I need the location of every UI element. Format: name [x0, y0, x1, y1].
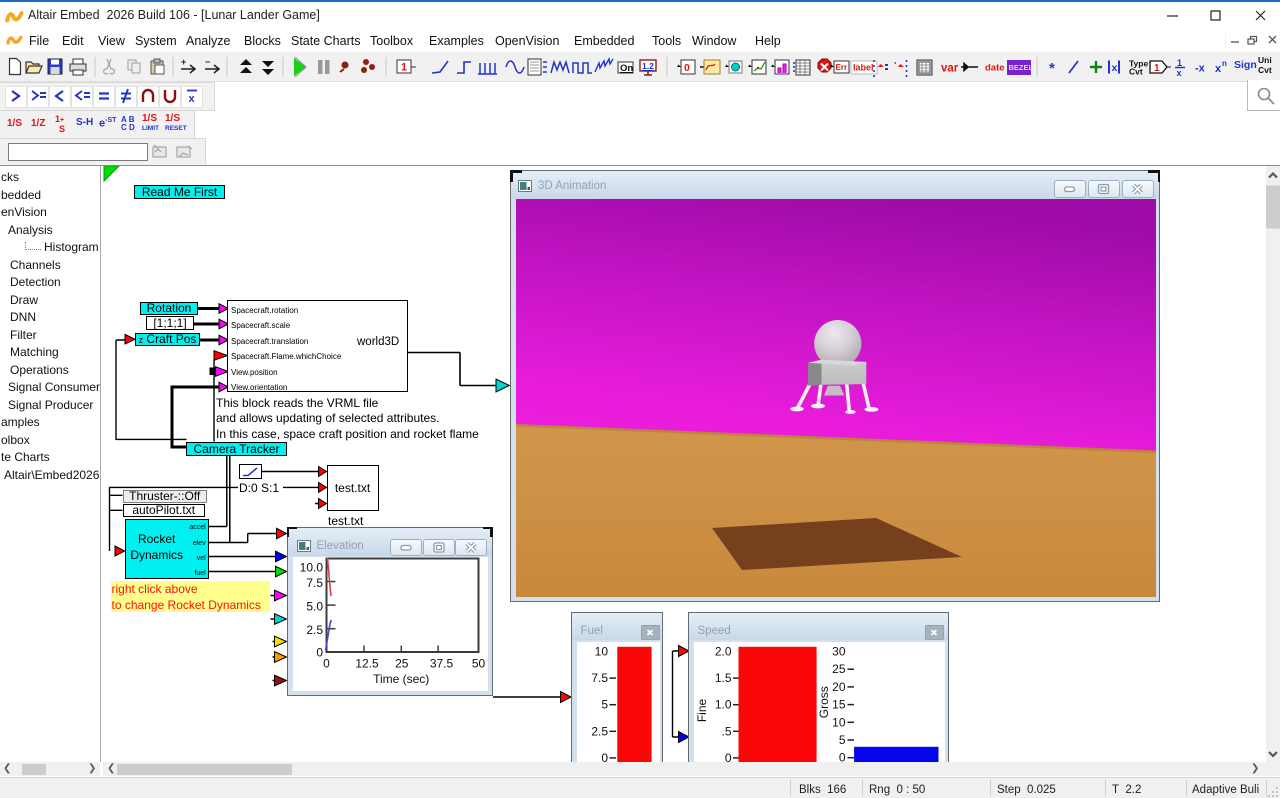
- svg-text:30: 30: [832, 644, 846, 658]
- svg-text:7.5: 7.5: [306, 575, 323, 589]
- svg-text:1: 1: [1154, 63, 1160, 74]
- svg-text:50: 50: [471, 656, 485, 670]
- svg-text:x: x: [1215, 63, 1222, 75]
- svg-text:0: 0: [725, 750, 732, 762]
- svg-text:0: 0: [601, 750, 608, 762]
- svg-text:n: n: [1222, 59, 1227, 68]
- svg-text:10: 10: [595, 644, 609, 658]
- svg-text:label: label: [853, 63, 874, 73]
- svg-text:Gross: Gross: [817, 686, 831, 718]
- svg-text:var: var: [941, 63, 959, 75]
- svg-text:2.5: 2.5: [591, 724, 608, 738]
- svg-text:12.5: 12.5: [355, 656, 379, 670]
- svg-text:x: x: [189, 93, 196, 105]
- svg-text:0: 0: [684, 62, 690, 74]
- svg-text:date: date: [985, 63, 1005, 74]
- svg-text:5: 5: [839, 733, 846, 747]
- svg-text:2.5: 2.5: [306, 622, 323, 636]
- svg-text:x: x: [1177, 68, 1182, 77]
- svg-text:25: 25: [832, 662, 846, 676]
- svg-text:2.0: 2.0: [715, 644, 732, 658]
- svg-text:0: 0: [839, 750, 846, 762]
- svg-text:+: +: [181, 57, 186, 67]
- svg-text:10.0: 10.0: [299, 560, 323, 574]
- svg-text:Time (sec): Time (sec): [373, 672, 429, 686]
- svg-text:Err: Err: [836, 63, 848, 72]
- svg-text:5: 5: [601, 697, 608, 711]
- svg-text:BEZEL: BEZEL: [1009, 63, 1034, 72]
- svg-text:On: On: [620, 63, 633, 74]
- svg-text:5.0: 5.0: [306, 599, 323, 613]
- svg-text:20: 20: [832, 679, 846, 693]
- svg-text:25: 25: [395, 656, 409, 670]
- svg-text:Fine: Fine: [695, 698, 709, 722]
- svg-text:1: 1: [401, 62, 407, 74]
- svg-text:1.5: 1.5: [715, 671, 732, 685]
- svg-text:-x: -x: [1195, 63, 1206, 75]
- svg-text:.5: .5: [721, 724, 731, 738]
- svg-text:1: 1: [1177, 58, 1182, 68]
- svg-text:37.5: 37.5: [429, 656, 453, 670]
- svg-text:0: 0: [323, 656, 330, 670]
- svg-text:*: *: [1049, 60, 1055, 77]
- svg-text:10: 10: [832, 715, 846, 729]
- svg-text:−: −: [205, 57, 210, 67]
- svg-text:15: 15: [832, 697, 846, 711]
- svg-text:7.5: 7.5: [591, 671, 608, 685]
- svg-text:1.0: 1.0: [715, 697, 732, 711]
- svg-text:x: x: [1112, 62, 1118, 74]
- svg-text:Cvt: Cvt: [1129, 67, 1143, 77]
